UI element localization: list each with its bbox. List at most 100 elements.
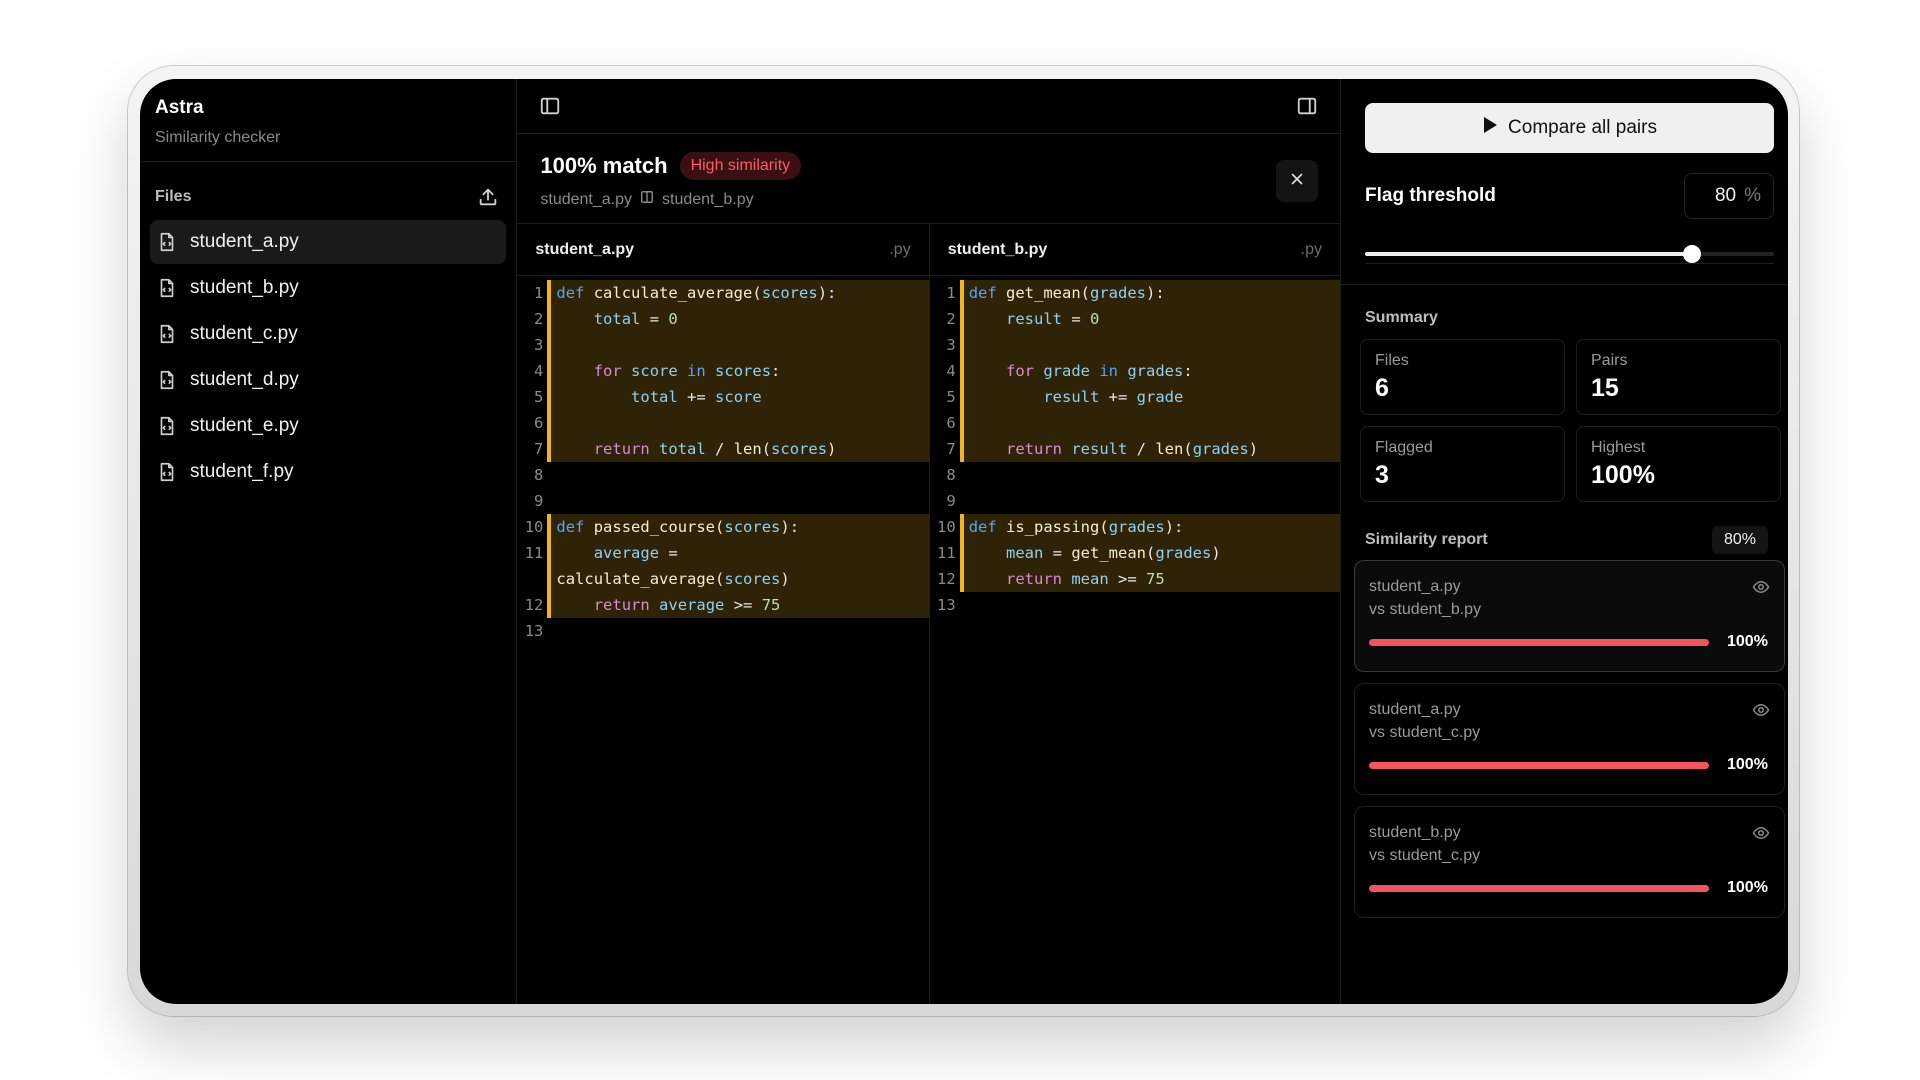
app-subtitle: Similarity checker bbox=[155, 129, 281, 146]
report-file-b: vs student_c.py bbox=[1369, 724, 1481, 741]
code-line: 3 bbox=[930, 332, 1340, 358]
code-line: 8 bbox=[930, 462, 1340, 488]
line-number: 11 bbox=[937, 544, 956, 562]
similarity-bar-fill bbox=[1369, 638, 1709, 646]
code-line: 7 return total / len(scores) bbox=[517, 436, 929, 462]
line-code: return mean >= 75 bbox=[959, 566, 1340, 592]
line-code: average = bbox=[547, 540, 929, 566]
code-line: 12 return average >= 75 bbox=[517, 592, 929, 618]
files-title: Files bbox=[155, 188, 192, 205]
code-line: 11 average = bbox=[517, 540, 929, 566]
code-line: 3 bbox=[517, 332, 929, 358]
match-files: student_a.py student_b.py bbox=[540, 190, 1320, 209]
report-bar-row: 100% bbox=[1369, 756, 1770, 774]
code-token: result bbox=[1043, 388, 1100, 406]
summary-card: Highest 100% bbox=[1576, 426, 1781, 502]
file-item[interactable]: student_c.py bbox=[150, 312, 506, 356]
code-token: scores bbox=[724, 570, 781, 588]
line-number: 9 bbox=[534, 492, 544, 510]
file-item[interactable]: student_d.py bbox=[150, 358, 506, 402]
line-number: 7 bbox=[946, 440, 956, 458]
eye-icon[interactable] bbox=[1752, 701, 1770, 724]
sidebar-right-icon[interactable] bbox=[1294, 93, 1320, 119]
file-code-icon bbox=[156, 369, 178, 391]
close-button[interactable] bbox=[1276, 160, 1318, 202]
report-card[interactable]: student_a.py vs student_c.py 100% bbox=[1354, 683, 1785, 795]
columns-icon bbox=[640, 190, 654, 209]
eye-icon[interactable] bbox=[1752, 578, 1770, 601]
code-line: 13 bbox=[517, 618, 928, 644]
line-code: for score in scores: bbox=[547, 358, 929, 384]
similarity-bar bbox=[1369, 761, 1709, 769]
code-token: return bbox=[593, 596, 660, 614]
report-bar-row: 100% bbox=[1369, 633, 1770, 651]
code-line: 4 for grade in grades: bbox=[930, 358, 1340, 384]
similarity-value: 100% bbox=[1727, 879, 1768, 896]
code-token: ( bbox=[1080, 284, 1091, 302]
file-item[interactable]: student_a.py bbox=[150, 220, 507, 264]
right-panel: Compare all pairs Flag threshold 80 % Su… bbox=[1341, 79, 1788, 1004]
report-card[interactable]: student_b.py vs student_c.py 100% bbox=[1354, 806, 1785, 918]
line-number: 10 bbox=[524, 518, 544, 536]
code-token: calculate_average bbox=[593, 284, 753, 302]
line-number: 2 bbox=[946, 310, 956, 328]
code-token: total bbox=[631, 388, 678, 406]
pane-header-right: student_b.py .py bbox=[929, 224, 1340, 276]
report-card[interactable]: student_a.py vs student_b.py 100% bbox=[1354, 560, 1785, 672]
code-token: ( bbox=[1183, 440, 1193, 458]
code-token: = bbox=[640, 310, 669, 328]
code-token: 75 bbox=[1146, 570, 1165, 588]
code-token: mean bbox=[1006, 544, 1044, 562]
code-token: grade bbox=[1136, 388, 1184, 406]
code-line: 10 def is_passing(grades): bbox=[930, 514, 1340, 540]
file-item[interactable]: student_b.py bbox=[150, 266, 506, 310]
code-token: += bbox=[1099, 388, 1137, 406]
code-token: result bbox=[1006, 310, 1063, 328]
compare-all-button[interactable]: Compare all pairs bbox=[1365, 103, 1774, 153]
line-number: 5 bbox=[946, 388, 956, 406]
similarity-value: 100% bbox=[1727, 633, 1768, 650]
slider-thumb[interactable] bbox=[1683, 245, 1702, 263]
summary-title: Summary bbox=[1365, 309, 1438, 326]
upload-icon[interactable] bbox=[475, 184, 501, 210]
line-code: mean = get_mean(grades) bbox=[959, 540, 1340, 566]
pane-ext-right: .py bbox=[1300, 240, 1322, 258]
app-name: Astra bbox=[155, 97, 204, 118]
code-token: total bbox=[659, 440, 706, 458]
summary-card-label: Flagged bbox=[1375, 439, 1433, 456]
line-code: return total / len(scores) bbox=[547, 436, 929, 462]
report-threshold-badge: 80% bbox=[1711, 526, 1768, 554]
file-item[interactable]: student_f.py bbox=[150, 450, 506, 494]
code-line: 6 bbox=[517, 410, 929, 436]
file-item-label: student_a.py bbox=[190, 231, 299, 252]
similarity-badge: High similarity bbox=[679, 152, 802, 180]
code-token: ) bbox=[1211, 544, 1221, 562]
line-code: total = 0 bbox=[547, 306, 929, 332]
code-token: ( bbox=[761, 440, 772, 458]
threshold-slider[interactable] bbox=[1365, 244, 1774, 264]
code-token: def bbox=[556, 518, 594, 536]
code-line: 1 def calculate_average(scores): bbox=[517, 280, 929, 306]
sidebar-left-icon[interactable] bbox=[537, 93, 563, 119]
code-token: 75 bbox=[761, 596, 781, 614]
threshold-input[interactable]: 80 % bbox=[1684, 173, 1774, 219]
eye-icon[interactable] bbox=[1752, 824, 1770, 847]
summary-card-label: Files bbox=[1375, 352, 1409, 369]
file-item[interactable]: student_e.py bbox=[150, 404, 506, 448]
code-token: grades bbox=[1090, 284, 1147, 302]
file-item-label: student_c.py bbox=[190, 323, 298, 344]
report-file-b: vs student_c.py bbox=[1369, 847, 1481, 864]
summary-card-value: 3 bbox=[1375, 461, 1389, 489]
code-token: len bbox=[1155, 440, 1184, 458]
line-code: def get_mean(grades): bbox=[959, 280, 1340, 306]
line-number: 8 bbox=[946, 466, 956, 484]
line-number: 11 bbox=[524, 544, 544, 562]
